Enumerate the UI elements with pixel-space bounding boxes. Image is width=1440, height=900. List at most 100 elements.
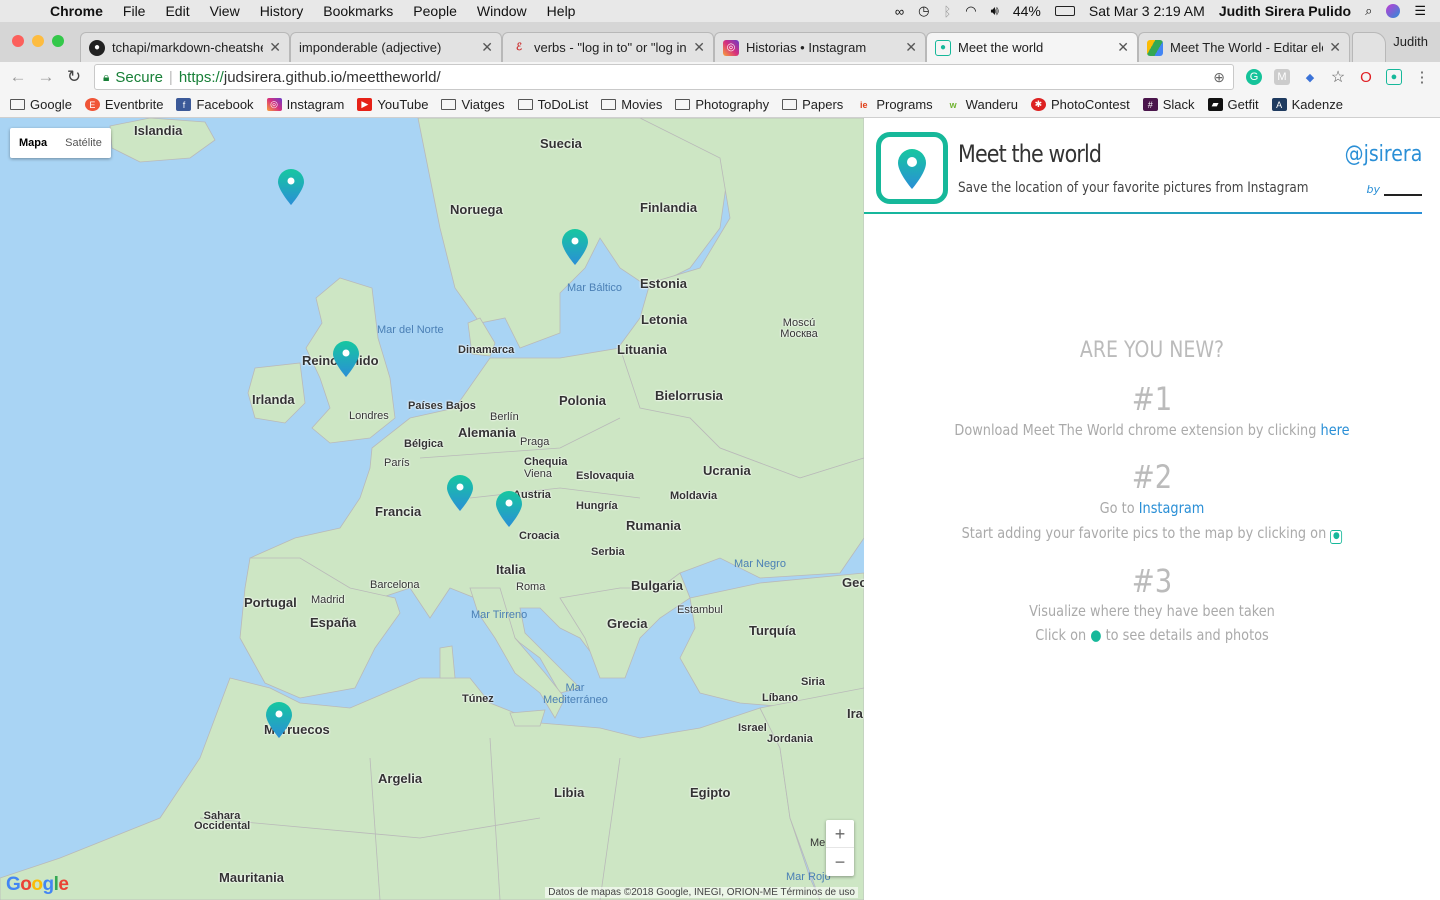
close-window-button[interactable]	[12, 35, 24, 47]
bookmark-star-icon[interactable]: ☆	[1330, 69, 1346, 86]
map-canvas[interactable]: Mapa Satélite Islandia Suecia Noruega Fi…	[0, 118, 864, 900]
bookmark-youtube[interactable]: ▶ YouTube	[357, 97, 428, 112]
tab-markdown-cheatsheet[interactable]: ● tchapi/markdown-cheatsheet ✕	[80, 32, 290, 62]
address-bar[interactable]: 🔒︎ Secure | https:// judsirera.github.io…	[94, 64, 1234, 90]
close-tab-icon[interactable]: ✕	[905, 39, 917, 56]
profile-button[interactable]: Judith	[1393, 34, 1428, 49]
menu-app[interactable]: Chrome	[40, 3, 113, 19]
bookmark-todolist[interactable]: ToDoList	[517, 97, 588, 112]
siri-icon[interactable]	[1386, 4, 1401, 18]
tab-meet-the-world[interactable]: ● Meet the world ✕	[926, 32, 1138, 62]
map-type-satelite[interactable]: Satélite	[56, 128, 111, 158]
bookmark-label: Getfit	[1227, 97, 1259, 112]
instagram-icon: ◎	[723, 39, 739, 56]
bookmark-eventbrite[interactable]: E Eventbrite	[84, 97, 163, 112]
country-label: Sahara Occidental	[194, 810, 251, 832]
chrome-menu-icon[interactable]: ⋮	[1414, 69, 1430, 86]
tab-instagram-historias[interactable]: ◎ Historias • Instagram ✕	[714, 32, 926, 62]
location-pin-icon[interactable]	[446, 474, 474, 512]
zoom-out-button[interactable]: −	[826, 848, 854, 876]
bookmark-wanderu[interactable]: w Wanderu	[946, 97, 1018, 112]
country-label: Francia	[375, 504, 422, 519]
bookmark-programs[interactable]: ie Programs	[856, 97, 933, 112]
spotlight-icon[interactable]: ⌕	[1365, 3, 1372, 19]
minimize-window-button[interactable]	[32, 35, 44, 47]
bluetooth-icon[interactable]: ᛒ	[943, 4, 951, 19]
tab-meet-the-world-editar[interactable]: Meet The World - Editar ele ✕	[1138, 32, 1350, 62]
author-handle-link[interactable]: @jsirera	[1344, 142, 1422, 167]
reload-button[interactable]: ↻	[60, 67, 88, 87]
close-tab-icon[interactable]: ✕	[481, 39, 493, 56]
glasses-icon[interactable]: ∞	[895, 4, 904, 19]
time-machine-icon[interactable]: ◷	[918, 3, 929, 19]
battery-icon[interactable]	[1054, 6, 1075, 16]
volume-icon[interactable]: 🔊︎	[991, 3, 999, 19]
location-pin-icon[interactable]	[277, 168, 305, 206]
close-tab-icon[interactable]: ✕	[269, 39, 281, 56]
grammarly-icon[interactable]: G	[1246, 69, 1262, 85]
sea-label: Mar Mediterráneo	[543, 682, 608, 706]
location-pin-icon[interactable]	[561, 228, 589, 266]
location-pin-icon[interactable]	[495, 490, 523, 528]
youtube-icon: ▶	[357, 98, 373, 111]
bookmark-getfit[interactable]: ▰ Getfit	[1207, 97, 1259, 112]
bookmark-photocontest[interactable]: ✱ PhotoContest	[1030, 97, 1130, 112]
country-label: Rumania	[626, 518, 681, 533]
back-button[interactable]: ←	[4, 67, 32, 87]
opera-icon[interactable]: O	[1358, 69, 1374, 86]
bookmark-papers[interactable]: Papers	[782, 97, 843, 112]
zoom-in-button[interactable]: +	[826, 820, 854, 848]
bookmark-slack[interactable]: # Slack	[1142, 97, 1195, 112]
step-text-part: Start adding your favorite pics to the m…	[961, 524, 1327, 542]
forward-button[interactable]: →	[32, 67, 60, 87]
location-pin-icon[interactable]	[332, 340, 360, 378]
bookmark-facebook[interactable]: f Facebook	[176, 97, 254, 112]
tab-imponderable[interactable]: imponderable (adjective) ✕	[290, 32, 502, 62]
divider: |	[168, 68, 173, 86]
zoom-window-button[interactable]	[52, 35, 64, 47]
country-label: Bulgaria	[631, 578, 684, 593]
battery-percent[interactable]: 44%	[1013, 3, 1041, 19]
menu-help[interactable]: Help	[537, 3, 586, 19]
map-type-mapa[interactable]: Mapa	[10, 128, 56, 158]
country-label: Moldavia	[670, 490, 718, 502]
notification-center-icon[interactable]: ☰	[1414, 3, 1426, 19]
menu-bookmarks[interactable]: Bookmarks	[313, 3, 403, 19]
meettheworld-ext-icon[interactable]: ●	[1386, 69, 1402, 85]
menu-edit[interactable]: Edit	[155, 3, 199, 19]
map-attribution[interactable]: Datos de mapas ©2018 Google, INEGI, ORIO…	[545, 887, 858, 898]
menu-view[interactable]: View	[200, 3, 250, 19]
menu-window[interactable]: Window	[467, 3, 537, 19]
bookmark-instagram[interactable]: ◎ Instagram	[266, 97, 344, 112]
bookmark-google[interactable]: Google	[10, 97, 72, 112]
gmail-ext-icon[interactable]: M	[1274, 69, 1290, 85]
tab-title: Meet The World - Editar ele	[1170, 40, 1324, 55]
bookmark-kadenze[interactable]: A Kadenze	[1271, 97, 1343, 112]
city-label: Moscú Москва	[780, 317, 818, 340]
tab-verbs-log-in[interactable]: ℰ verbs - "log in to" or "log in" ✕	[502, 32, 714, 62]
location-pin-icon[interactable]	[265, 701, 293, 739]
wifi-icon[interactable]: ◠	[965, 3, 976, 19]
google-logo[interactable]: Google	[6, 874, 69, 896]
close-tab-icon[interactable]: ✕	[1117, 39, 1129, 56]
graduation-cap-icon[interactable]: ◆	[1302, 69, 1318, 85]
instagram-link[interactable]: Instagram	[1139, 499, 1205, 517]
location-target-icon[interactable]: ⊕	[1213, 69, 1225, 86]
menu-history[interactable]: History	[250, 3, 314, 19]
city-label: Berlín	[490, 411, 519, 423]
bookmark-photography[interactable]: Photography	[675, 97, 769, 112]
download-extension-link[interactable]: here	[1321, 421, 1350, 439]
new-tab-button[interactable]	[1352, 32, 1386, 62]
url-protocol: https://	[178, 68, 224, 86]
close-tab-icon[interactable]: ✕	[693, 39, 705, 56]
step-text-part: Go to	[1099, 499, 1139, 517]
menu-file[interactable]: File	[113, 3, 156, 19]
bookmark-viatges[interactable]: Viatges	[441, 97, 505, 112]
step-text-part: to see details and photos	[1105, 626, 1269, 644]
menu-user[interactable]: Judith Sirera Pulido	[1219, 3, 1351, 19]
menu-people[interactable]: People	[403, 3, 467, 19]
menu-datetime[interactable]: Sat Mar 3 2:19 AM	[1089, 3, 1205, 19]
bookmark-movies[interactable]: Movies	[601, 97, 662, 112]
close-tab-icon[interactable]: ✕	[1329, 39, 1341, 56]
step-number: #3	[1131, 562, 1173, 600]
